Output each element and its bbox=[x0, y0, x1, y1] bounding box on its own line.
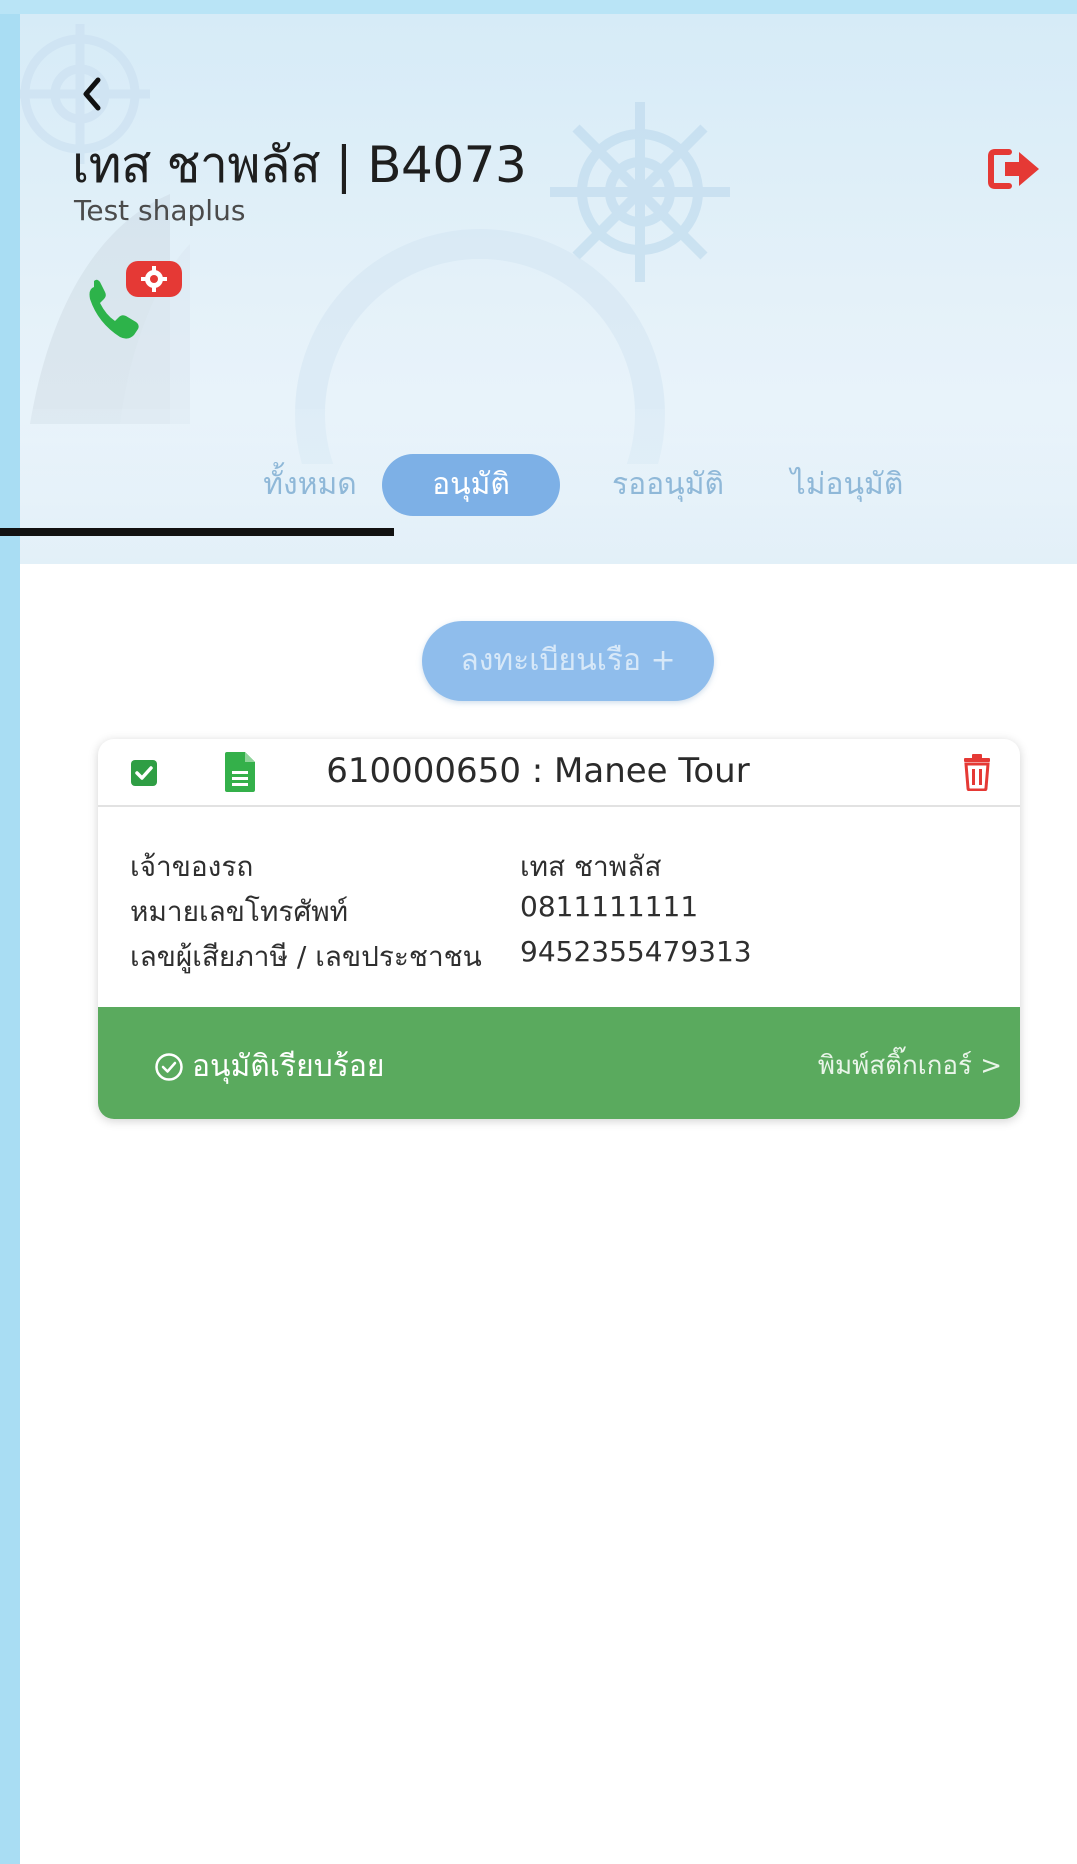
approval-status: อนุมัติเรียบร้อย bbox=[154, 1043, 384, 1090]
page-subtitle: Test shaplus bbox=[74, 194, 246, 227]
tab-all[interactable]: ทั้งหมด bbox=[240, 454, 380, 516]
card-details: เจ้าของรถ เทส ชาพลัส หมายเลขโทรศัพท์ 081… bbox=[130, 845, 990, 980]
phone-settings-button[interactable] bbox=[80, 257, 190, 347]
boat-card: 610000650 : Manee Tour เจ้าของรถ เทส ชาพ… bbox=[98, 739, 1020, 1119]
tax-id-label: เลขผู้เสียภาษี / เลขประชาชน bbox=[130, 940, 482, 973]
phone-icon bbox=[89, 261, 182, 339]
checkbox-checked-icon[interactable] bbox=[130, 759, 158, 787]
logout-button[interactable] bbox=[985, 144, 1047, 194]
phone-label: หมายเลขโทรศัพท์ bbox=[130, 895, 349, 928]
check-circle-icon bbox=[155, 1052, 183, 1081]
trash-icon[interactable] bbox=[960, 753, 994, 791]
filter-tabs: ทั้งหมด อนุมัติ รออนุมัติ ไม่อนุมัติ bbox=[20, 454, 1077, 520]
tab-approved[interactable]: อนุมัติ bbox=[382, 454, 560, 516]
tab-rejected[interactable]: ไม่อนุมัติ bbox=[762, 454, 932, 516]
tab-pending[interactable]: รออนุมัติ bbox=[588, 454, 748, 516]
owner-value: เทส ชาพลัส bbox=[520, 850, 662, 883]
tax-id-value: 9452355479313 bbox=[520, 935, 752, 968]
detail-row-phone: หมายเลขโทรศัพท์ 0811111111 bbox=[130, 890, 990, 935]
register-boat-button[interactable]: ลงทะเบียนเรือ + bbox=[422, 621, 714, 701]
print-sticker-link[interactable]: พิมพ์สติ๊กเกอร์ > bbox=[818, 1045, 1002, 1086]
logout-icon bbox=[988, 149, 1039, 189]
chevron-left-icon bbox=[83, 77, 101, 111]
outer-frame-top bbox=[0, 0, 1077, 14]
status-text: อนุมัติเรียบร้อย bbox=[192, 1049, 385, 1084]
back-button[interactable] bbox=[70, 72, 114, 116]
card-header: 610000650 : Manee Tour bbox=[98, 739, 1020, 807]
detail-row-owner: เจ้าของรถ เทส ชาพลัส bbox=[130, 845, 990, 890]
card-status-bar: อนุมัติเรียบร้อย พิมพ์สติ๊กเกอร์ > bbox=[98, 1007, 1020, 1119]
phone-value: 0811111111 bbox=[520, 890, 699, 923]
header-banner: เทส ชาพลัส | B4073 Test shaplus ทั้งหมด … bbox=[20, 14, 1077, 564]
app-screen: เทส ชาพลัส | B4073 Test shaplus ทั้งหมด … bbox=[20, 14, 1077, 1864]
document-icon bbox=[225, 752, 255, 792]
card-title: 610000650 : Manee Tour bbox=[326, 751, 750, 791]
divider-line bbox=[0, 528, 394, 536]
owner-label: เจ้าของรถ bbox=[130, 850, 254, 883]
detail-row-tax-id: เลขผู้เสียภาษี / เลขประชาชน 945235547931… bbox=[130, 935, 990, 980]
